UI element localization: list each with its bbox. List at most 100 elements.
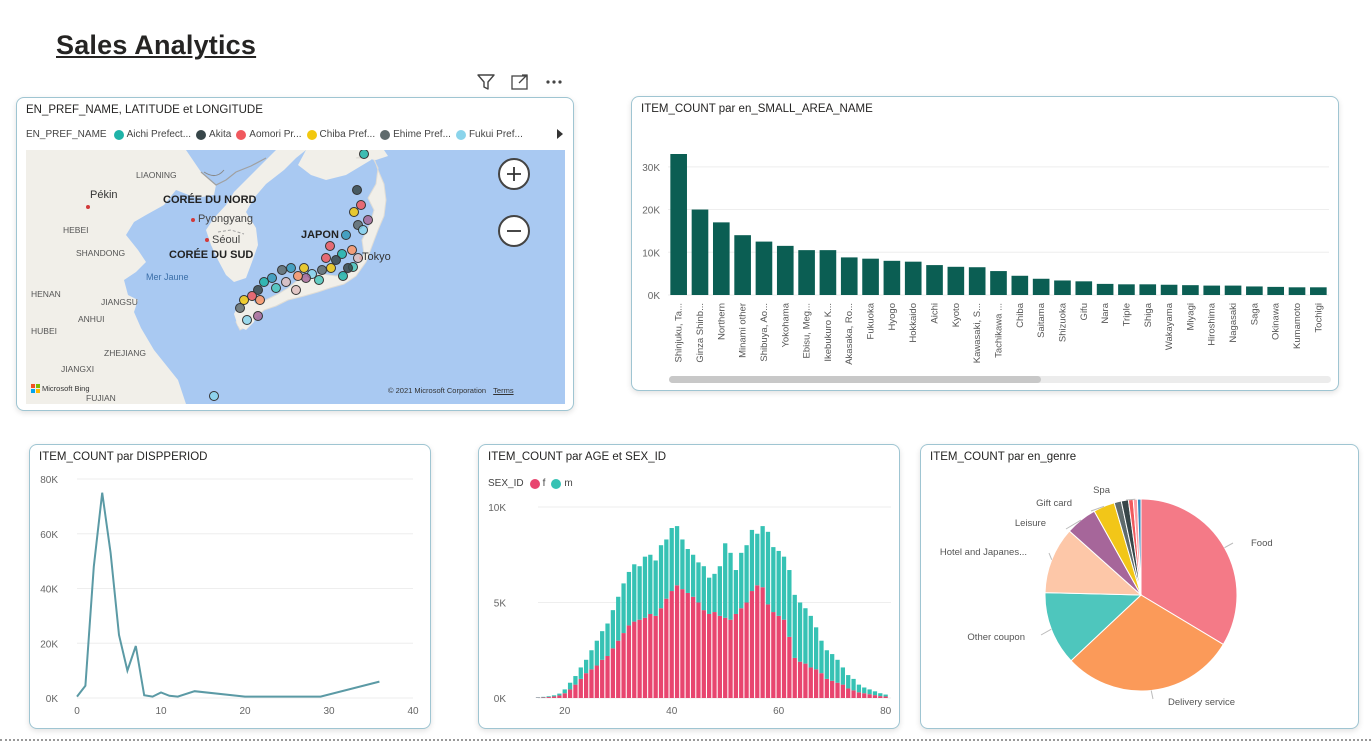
more-options-icon[interactable] [544, 72, 564, 92]
bar-segment-f[interactable] [872, 695, 878, 698]
bar-segment-m[interactable] [589, 650, 594, 670]
bar-segment-f[interactable] [567, 689, 573, 698]
bar-segment-f[interactable] [712, 612, 717, 698]
bar[interactable] [947, 266, 965, 295]
bar-segment-m[interactable] [840, 667, 846, 685]
bar-segment-f[interactable] [578, 678, 583, 698]
bar-segment-m[interactable] [707, 577, 712, 614]
area-bar-visual[interactable]: ITEM_COUNT par en_SMALL_AREA_NAME 0K 10K 2… [631, 96, 1339, 391]
bar-segment-m[interactable] [685, 549, 690, 593]
bar[interactable] [1182, 285, 1199, 295]
series-line[interactable] [76, 492, 380, 698]
map-canvas[interactable]: LIAONING Pékin CORÉE DU NORD Pyongyang H… [26, 150, 565, 404]
bar-segment-m[interactable] [642, 556, 648, 618]
bar-segment-m[interactable] [856, 684, 862, 693]
map-point[interactable] [359, 150, 369, 159]
bar-segment-m[interactable] [803, 608, 808, 664]
bar-segment-m[interactable] [573, 676, 578, 685]
bar-segment-f[interactable] [760, 587, 765, 698]
bar-segment-f[interactable] [765, 604, 771, 698]
map-point[interactable] [347, 245, 357, 255]
bar-segment-m[interactable] [765, 531, 771, 605]
map-point[interactable] [349, 207, 359, 217]
bar-segment-f[interactable] [728, 619, 733, 698]
bar-segment-f[interactable] [878, 696, 883, 698]
bar-segment-m[interactable] [787, 570, 792, 637]
bar[interactable] [819, 250, 837, 295]
bar-segment-m[interactable] [546, 696, 551, 698]
map-point[interactable] [352, 185, 362, 195]
bar-segment-f[interactable] [632, 621, 637, 698]
map-point[interactable] [363, 215, 373, 225]
bar-segment-m[interactable] [739, 552, 744, 609]
bar-segment-m[interactable] [717, 566, 722, 616]
bar-segment-f[interactable] [781, 619, 787, 698]
bar-segment-f[interactable] [626, 625, 632, 698]
bar-segment-m[interactable] [658, 545, 664, 609]
bar[interactable] [968, 267, 986, 295]
bar-segment-m[interactable] [760, 526, 765, 588]
bar-segment-f[interactable] [792, 657, 797, 698]
map-point[interactable] [321, 253, 331, 263]
bar-segment-f[interactable] [573, 684, 578, 698]
bar-segment-m[interactable] [583, 659, 589, 674]
horizontal-scrollbar[interactable] [669, 376, 1331, 383]
bar-segment-m[interactable] [680, 539, 685, 590]
bar[interactable] [1203, 285, 1221, 295]
zoom-in-button[interactable] [498, 158, 530, 190]
bar-segment-f[interactable] [701, 610, 706, 698]
bar-segment-f[interactable] [551, 696, 557, 698]
bar[interactable] [1224, 285, 1242, 295]
bar-segment-m[interactable] [749, 529, 755, 592]
filter-icon[interactable] [476, 72, 496, 92]
bar-segment-f[interactable] [808, 667, 813, 698]
bar-segment-m[interactable] [701, 566, 706, 611]
map-point[interactable] [267, 273, 277, 283]
bar-segment-m[interactable] [728, 552, 733, 620]
bar-segment-m[interactable] [835, 659, 840, 683]
map-visual[interactable]: EN_PREF_NAME, LATITUDE et LONGITUDE EN_P… [16, 97, 574, 411]
bar-segment-f[interactable] [835, 682, 840, 698]
bar-segment-f[interactable] [664, 598, 669, 698]
bar-segment-f[interactable] [637, 619, 642, 698]
map-legend-item[interactable]: Ehime Pref... [380, 129, 451, 140]
bar-segment-f[interactable] [594, 665, 599, 698]
bar-segment-m[interactable] [557, 693, 562, 696]
bar-segment-f[interactable] [819, 673, 824, 698]
bar-segment-m[interactable] [562, 689, 567, 694]
dispperiod-line-visual[interactable]: ITEM_COUNT par DISPPERIOD 0K 20K 40K 60K 80K… [29, 444, 431, 729]
bar-segment-m[interactable] [621, 583, 626, 634]
bar-segment-m[interactable] [862, 687, 867, 694]
bar-segment-m[interactable] [776, 550, 781, 616]
bar-segment-f[interactable] [541, 697, 546, 698]
bar[interactable] [1011, 275, 1029, 295]
bar[interactable] [904, 261, 922, 295]
bar-segment-f[interactable] [680, 589, 685, 698]
map-legend-item[interactable]: Chiba Pref... [306, 129, 375, 140]
bar-segment-m[interactable] [690, 554, 696, 597]
bar-segment-m[interactable] [712, 573, 717, 613]
bar-segment-f[interactable] [648, 613, 653, 698]
bar-segment-f[interactable] [862, 693, 867, 698]
bar[interactable] [1054, 280, 1071, 295]
bar-segment-m[interactable] [797, 602, 803, 662]
bar-segment-m[interactable] [567, 682, 573, 690]
bar-segment-f[interactable] [653, 615, 658, 698]
bar-segment-f[interactable] [771, 612, 776, 698]
map-point[interactable] [326, 263, 336, 273]
bar-segment-m[interactable] [664, 539, 669, 599]
bar[interactable] [926, 265, 943, 295]
bar-segment-f[interactable] [589, 669, 594, 698]
map-legend-item[interactable]: Aomori Pr... [236, 129, 302, 140]
bar[interactable] [862, 258, 879, 295]
bar-segment-m[interactable] [541, 696, 546, 698]
bar-segment-m[interactable] [883, 694, 888, 697]
bar-segment-f[interactable] [846, 688, 851, 698]
bar-segment-m[interactable] [616, 596, 621, 641]
bar-segment-f[interactable] [883, 696, 888, 698]
bar-segment-f[interactable] [669, 591, 674, 698]
bar-segment-f[interactable] [546, 697, 551, 698]
map-point[interactable] [286, 263, 296, 273]
bar[interactable] [1288, 287, 1306, 295]
bar-segment-m[interactable] [781, 556, 787, 620]
